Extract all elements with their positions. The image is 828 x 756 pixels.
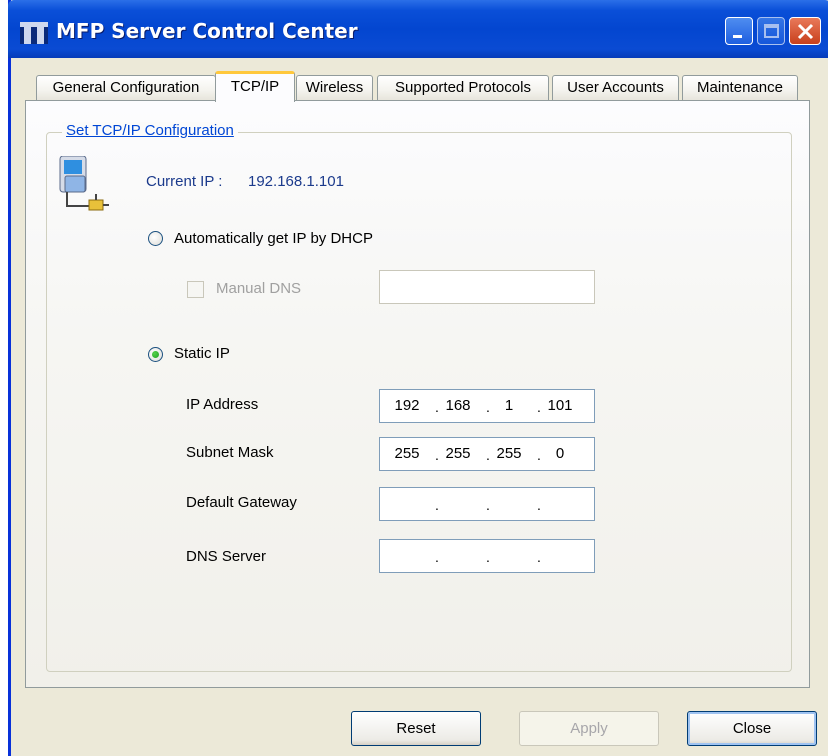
dns-server-label: DNS Server (186, 548, 267, 565)
static-ip-label[interactable]: Static IP (174, 345, 230, 362)
octet-separator: . (435, 399, 439, 415)
subnet-mask-input[interactable]: 255 . 255 . 255 . 0 (379, 437, 595, 471)
octet-separator: . (486, 399, 490, 415)
network-computer-icon (59, 156, 109, 211)
window-title: MFP Server Control Center (56, 19, 358, 43)
manual-dns-label: Manual DNS (216, 280, 302, 297)
subnet-octet-1[interactable]: 255 (390, 445, 424, 462)
apply-button[interactable]: Apply (519, 711, 659, 746)
default-gateway-input[interactable]: . . . (379, 487, 595, 521)
tab-supported-protocols[interactable]: Supported Protocols (377, 75, 549, 100)
dns-server-input[interactable]: . . . (379, 539, 595, 573)
maximize-button[interactable] (757, 17, 785, 45)
ip-address-label: IP Address (186, 396, 259, 413)
default-gateway-label: Default Gateway (186, 494, 297, 511)
radio-selected-dot (152, 351, 159, 358)
close-window-button[interactable] (789, 17, 821, 45)
static-ip-radio[interactable] (148, 347, 163, 362)
subnet-octet-4[interactable]: 0 (543, 445, 577, 462)
manual-dns-checkbox[interactable] (187, 281, 204, 298)
ip-address-input[interactable]: 192 . 168 . 1 . 101 (379, 389, 595, 423)
close-icon (797, 23, 814, 40)
subnet-octet-2[interactable]: 255 (441, 445, 475, 462)
minimize-button[interactable] (725, 17, 753, 45)
ip-octet-4[interactable]: 101 (543, 397, 577, 414)
app-window: MFP Server Control Center General Config… (8, 0, 828, 756)
ip-octet-2[interactable]: 168 (441, 397, 475, 414)
title-bar[interactable]: MFP Server Control Center (8, 0, 828, 58)
subnet-mask-label: Subnet Mask (186, 444, 274, 461)
tab-maintenance[interactable]: Maintenance (682, 75, 798, 100)
dhcp-radio[interactable] (148, 231, 163, 246)
octet-separator: . (435, 497, 439, 513)
maximize-icon (764, 24, 779, 38)
octet-separator: . (486, 447, 490, 463)
manual-dns-input[interactable] (379, 270, 595, 304)
tab-strip: General Configuration TCP/IP Wireless Su… (11, 71, 811, 102)
octet-separator: . (537, 549, 541, 565)
octet-separator: . (537, 399, 541, 415)
dhcp-label[interactable]: Automatically get IP by DHCP (174, 230, 373, 247)
tab-general-configuration[interactable]: General Configuration (36, 75, 216, 100)
ip-octet-3[interactable]: 1 (492, 397, 526, 414)
tcpip-tab-panel: Set TCP/IP Configuration Current IP : 19… (25, 100, 810, 688)
octet-separator: . (435, 447, 439, 463)
current-ip-label: Current IP : (146, 173, 223, 190)
tab-wireless[interactable]: Wireless (296, 75, 373, 100)
tab-tcp-ip[interactable]: TCP/IP (215, 71, 295, 102)
reset-button[interactable]: Reset (351, 711, 481, 746)
close-button[interactable]: Close (687, 711, 817, 746)
octet-separator: . (537, 447, 541, 463)
octet-separator: . (486, 497, 490, 513)
ip-octet-1[interactable]: 192 (390, 397, 424, 414)
octet-separator: . (537, 497, 541, 513)
tab-user-accounts[interactable]: User Accounts (552, 75, 679, 100)
octet-separator: . (486, 549, 490, 565)
current-ip-value: 192.168.1.101 (248, 173, 344, 190)
group-title: Set TCP/IP Configuration (62, 122, 238, 139)
app-logo-icon (20, 22, 48, 44)
minimize-icon (733, 35, 742, 38)
octet-separator: . (435, 549, 439, 565)
subnet-octet-3[interactable]: 255 (492, 445, 526, 462)
